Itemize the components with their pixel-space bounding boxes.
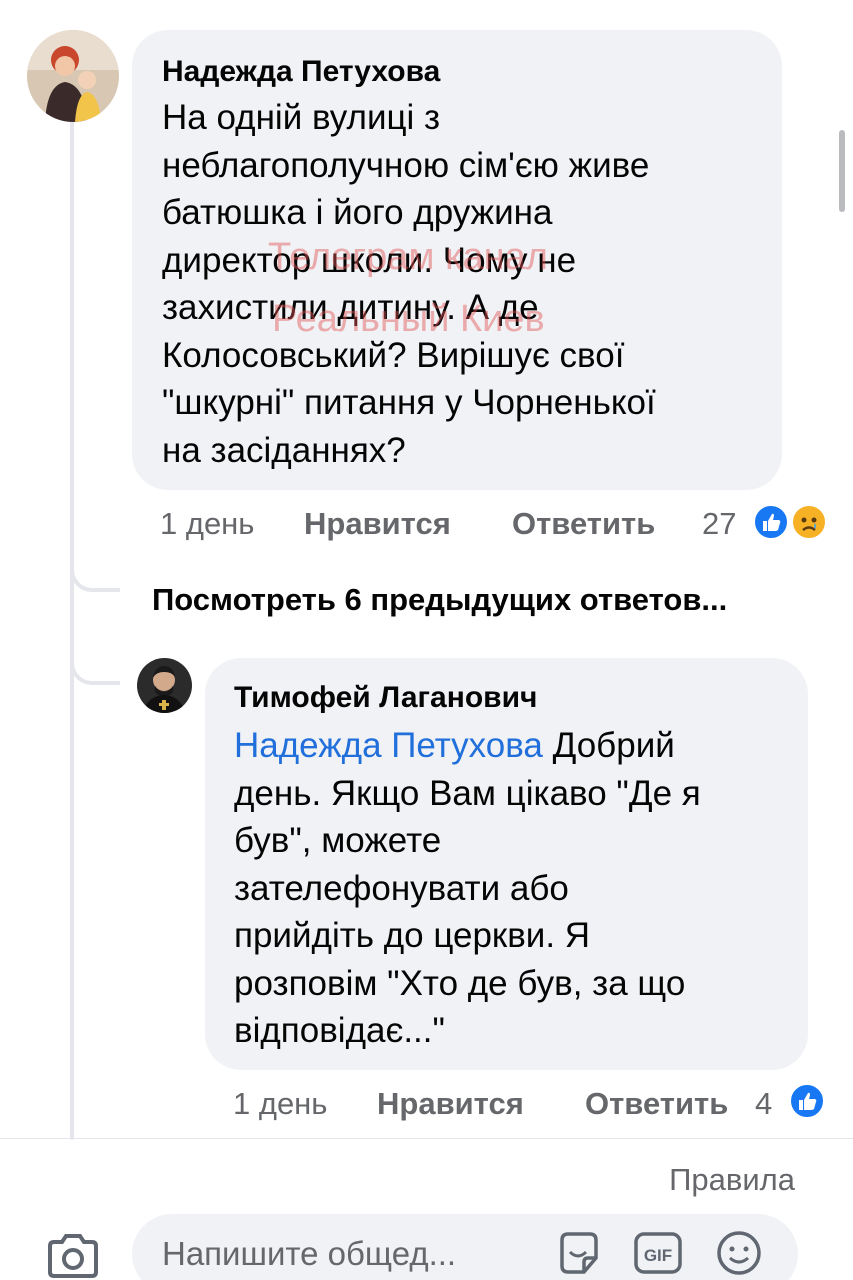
comment-line: зателефонувати або (234, 868, 569, 908)
comment-author[interactable]: Тимофей Лаганович (234, 680, 537, 716)
thread-branch-view-more (70, 562, 120, 592)
comment-line: розповім "Хто де був, за що (234, 963, 686, 1003)
avatar-nadezhda[interactable] (27, 30, 119, 122)
comment-timestamp[interactable]: 1 день (160, 504, 254, 544)
comment-line: захистили дитину. А де (162, 288, 539, 327)
reply-button[interactable]: Ответить (512, 504, 655, 544)
reaction-count[interactable]: 4 (755, 1084, 772, 1124)
sad-face-icon (790, 503, 828, 541)
like-button[interactable]: Нравится (377, 1084, 524, 1124)
thread-branch-reply (70, 655, 120, 685)
comment-text: На одній вулиці з неблагополучною сім'єю… (162, 94, 772, 474)
comment-line: на засіданнях? (162, 430, 406, 470)
comment-text: Надежда Петухова Добрий день. Якщо Вам ц… (234, 722, 794, 1055)
footer-divider (0, 1138, 853, 1139)
comment-line: день. Якщо Вам цікаво "Де я (234, 773, 701, 813)
mention-link[interactable]: Надежда Петухова (234, 726, 543, 765)
camera-icon[interactable] (44, 1232, 102, 1280)
comment-line: неблагополучною сім'єю живе (162, 145, 650, 185)
comment-line: батюшка і його дружина (162, 193, 553, 232)
reaction-count[interactable]: 27 (702, 504, 736, 544)
composer-placeholder: Напишите общед... (162, 1235, 457, 1272)
like-icon (752, 503, 790, 541)
comment-line: прийдіть до церкви. Я (234, 916, 591, 955)
comment-line-rest: Добрий (542, 726, 675, 765)
like-icon (788, 1082, 826, 1120)
comment-line: "шкурні" питання у Чорненької (162, 383, 656, 422)
sticker-icon[interactable] (554, 1228, 604, 1280)
comment-line: був", можете (234, 821, 442, 860)
thread-line (70, 118, 74, 1140)
reply-button[interactable]: Ответить (585, 1084, 728, 1124)
comment-line: директор школи. Чому не (162, 240, 577, 280)
comment-author[interactable]: Надежда Петухова (162, 54, 440, 90)
comment-line: На одній вулиці з (162, 98, 441, 137)
emoji-icon[interactable] (714, 1228, 764, 1280)
comment-timestamp[interactable]: 1 день (233, 1084, 327, 1124)
scrollbar[interactable] (839, 130, 845, 212)
gif-icon[interactable]: GIF (632, 1228, 684, 1280)
comment-composer[interactable]: Напишите общед... GIF (132, 1214, 798, 1280)
like-button[interactable]: Нравится (304, 504, 451, 544)
comment-line: відповідає..." (234, 1011, 445, 1050)
comment-line: Колосовський? Вирішує свої (162, 335, 625, 375)
comment-line: Надежда Петухова Добрий (234, 722, 794, 770)
view-previous-replies-link[interactable]: Посмотреть 6 предыдущих ответов... (152, 580, 727, 620)
avatar-timofey[interactable] (137, 658, 192, 713)
svg-text:GIF: GIF (644, 1246, 672, 1265)
rules-link[interactable]: Правила (669, 1160, 795, 1200)
